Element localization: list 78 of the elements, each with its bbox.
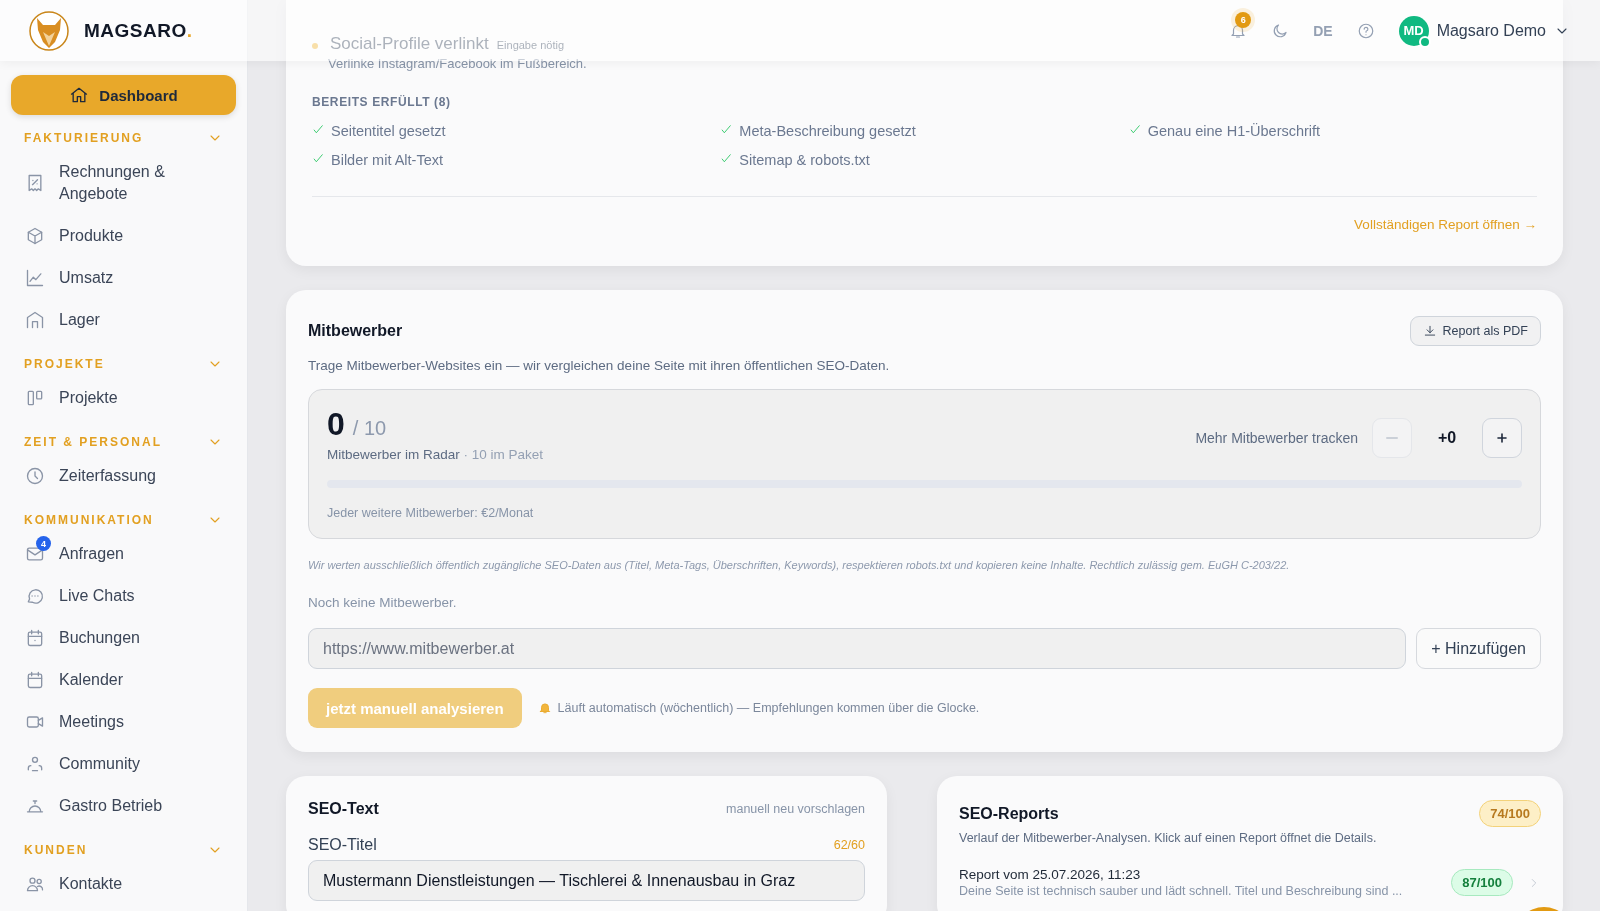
count-value: 0 [327, 406, 345, 443]
section-heading: BEREITS ERFÜLLT (8) [312, 95, 452, 109]
stepper-value: +0 [1436, 429, 1458, 447]
plus-icon [1494, 430, 1510, 446]
sidebar-item[interactable]: Lager [0, 299, 247, 341]
card-title: SEO-Text [308, 800, 379, 818]
columns-icon [25, 388, 45, 408]
sidebar-item[interactable]: Rechnungen & Angebote [0, 151, 247, 215]
calendar-icon [25, 670, 45, 690]
dashboard-button[interactable]: Dashboard [11, 75, 236, 115]
url-field[interactable]: https://www.mitbewerber.at [308, 628, 1407, 669]
check-title: Social-Profile verlinkt [330, 34, 489, 54]
count-total: / 10 [352, 417, 387, 440]
empty-note: Noch keine Mitbewerber. [308, 595, 458, 610]
sidebar-item[interactable]: Kalender [0, 659, 247, 701]
title-field[interactable]: Mustermann Dienstleistungen — Tischlerei & Innenausbau in Graz [308, 860, 865, 901]
sidebar-item[interactable]: Gastro Betrieb [0, 785, 247, 827]
legal-note: Wir werten ausschließlich öffentlich zugängliche SEO-Daten aus (Titel, Meta-Tags, Überschriften, Keywords), respektieren robots.txt und kopieren keine Inhalte. Rechtlich zulässig gem. EuGH C-203/22. [308, 559, 1291, 571]
section-title: ZEIT & PERSONAL [24, 435, 162, 449]
card-title: Mitbewerber [308, 322, 403, 340]
box-icon [25, 226, 45, 246]
section-title: PROJEKTE [24, 357, 105, 371]
check-icon [720, 123, 734, 136]
pdf-button[interactable]: Report als PDF [1409, 316, 1541, 346]
minus-icon [1386, 437, 1398, 439]
clock-icon [25, 466, 45, 486]
check-label: Sitemap & robots.txt [739, 152, 870, 168]
wolf-logo-icon [28, 9, 70, 52]
person-icon [25, 754, 45, 774]
score-badge: 74/100 [1479, 800, 1541, 827]
section-title: KUNDEN [24, 843, 88, 857]
sidebar-item[interactable]: Community [0, 743, 247, 785]
count-label: Mitbewerber im Radar · 10 im Paket [327, 447, 544, 462]
price-note: Jeder weitere Mitbewerber: €2/Monat [327, 506, 535, 520]
status-tag: Eingabe nötig [496, 39, 564, 51]
status-dot [312, 43, 318, 49]
check-hint: Verlinke Instagram/Facebook im Fußbereich. [328, 56, 588, 71]
check-icon [1128, 123, 1142, 136]
bell-icon [537, 701, 552, 715]
sidebar-item[interactable]: Live Chats [0, 575, 247, 617]
char-counter: 62/60 [833, 838, 865, 852]
auto-note: Läuft automatisch (wöchentlich) — Empfehlungen kommen über die Glocke. [557, 701, 980, 715]
warehouse-icon [25, 310, 45, 330]
line-chart-icon [25, 268, 45, 288]
increment-button[interactable] [1482, 418, 1522, 458]
user-menu[interactable]: MD Magsaro Demo [1398, 15, 1570, 46]
check-label: Meta-Beschreibung gesetzt [739, 123, 916, 139]
report-row[interactable]: Report vom 25.07.2026, 11:23 Deine Seite ist technisch sauber und lädt schnell. Titel und Beschreibung sind ... 87/100 [959, 867, 1541, 898]
chat-icon [25, 586, 45, 606]
field-label: SEO-Titel [308, 836, 377, 854]
moon-icon [1271, 21, 1290, 40]
section-title: KOMMUNIKATION [24, 513, 154, 527]
sidebar-item[interactable]: Projekte [0, 377, 247, 419]
count-badge: 4 [36, 536, 51, 551]
check-icon [312, 152, 325, 165]
home-icon [69, 85, 90, 105]
sidebar-item[interactable]: Umsatz [0, 257, 247, 299]
card-description: Verlauf der Mitbewerber-Analysen. Klick auf einen Report öffnet die Details. [959, 831, 1378, 845]
sidebar-item[interactable]: Zeiterfassung [0, 455, 247, 497]
card-title: SEO-Reports [959, 804, 1059, 823]
add-button[interactable]: + Hinzufügen [1416, 628, 1541, 669]
download-icon [1422, 324, 1437, 338]
check-label: Genau eine H1-Überschrift [1147, 123, 1321, 139]
check-label: Seitentitel gesetzt [331, 123, 446, 139]
card-description: Trage Mitbewerber-Websites ein — wir vergleichen deine Seite mit ihren öffentlichen SEO-Daten. [308, 358, 891, 373]
check-icon [720, 152, 734, 165]
sidebar-item[interactable]: Buchungen [0, 617, 247, 659]
sidebar-item[interactable]: Meetings [0, 701, 247, 743]
check-icon [312, 123, 325, 136]
sidebar-item[interactable]: Produkte [0, 215, 247, 257]
stepper-label: Mehr Mitbewerber tracken [1195, 430, 1358, 446]
calendar-icon [25, 628, 45, 648]
check-label: Bilder mit Alt-Text [331, 152, 443, 168]
brand-name: MAGSARO. [84, 19, 193, 42]
section-title: FAKTURIERUNG [24, 131, 144, 145]
sidebar-item[interactable]: Kontakte [0, 863, 247, 905]
sidebar-item[interactable]: 4 Anfragen [0, 533, 247, 575]
help-icon [1356, 21, 1375, 40]
